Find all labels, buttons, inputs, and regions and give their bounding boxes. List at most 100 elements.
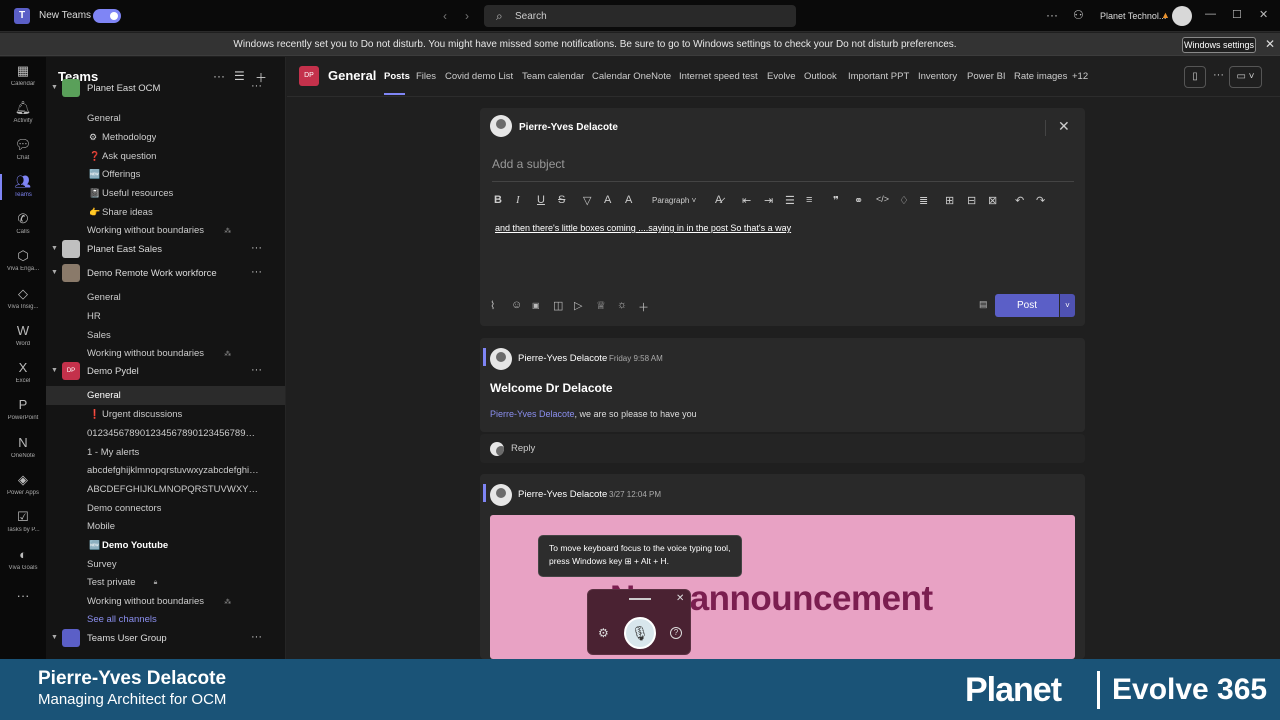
org-name[interactable]: Planet Technol... xyxy=(1100,11,1166,21)
channel-item[interactable]: ❗ Urgent discussions xyxy=(46,405,285,424)
channel-item[interactable]: Test private 🔒︎ xyxy=(46,573,285,592)
numbered-list-icon[interactable]: ≡ xyxy=(806,194,812,206)
chevron-down-icon[interactable]: ▼ xyxy=(51,245,58,252)
tab-posts[interactable]: Posts xyxy=(384,71,410,82)
channel-item[interactable]: General xyxy=(46,386,285,405)
close-icon[interactable]: ✕ xyxy=(676,593,684,604)
microphone-icon[interactable]: 🎙︎ xyxy=(624,617,656,649)
more-options-icon[interactable]: ··· xyxy=(251,266,262,278)
channel-item[interactable]: Mobile xyxy=(46,517,285,536)
paragraph-dropdown[interactable]: Paragraph ˅ xyxy=(652,196,696,205)
rail-item-more-apps[interactable]: ··· xyxy=(0,588,46,604)
team-item[interactable]: ▼ DP Demo Pydel ··· xyxy=(46,362,285,384)
rail-item-word[interactable]: W Word xyxy=(0,323,46,347)
more-options-icon[interactable]: ··· xyxy=(1213,69,1224,81)
tab-evolve[interactable]: Evolve xyxy=(767,71,796,82)
channel-item[interactable]: 👉 Share ideas xyxy=(46,203,285,222)
more-options-icon[interactable]: ··· xyxy=(251,631,262,643)
rail-item-tasks[interactable]: ☑ Tasks by P... xyxy=(0,509,46,533)
rail-item-chat[interactable]: 💬︎ Chat xyxy=(0,137,46,161)
search-box[interactable]: ⌕ Search xyxy=(484,5,796,27)
team-item[interactable]: ▼ Planet East OCM ··· xyxy=(46,79,285,97)
rail-item-teams[interactable]: 👥︎ Teams xyxy=(0,174,46,200)
close-window-icon[interactable]: ✕ xyxy=(1259,8,1268,21)
channel-item[interactable]: Sales xyxy=(46,326,285,345)
channel-item[interactable]: 🆕 Offerings xyxy=(46,165,285,184)
rail-item-viva-goals[interactable]: ◐ Viva Goals xyxy=(0,547,46,571)
channel-item[interactable]: 📓 Useful resources xyxy=(46,184,285,203)
close-icon[interactable]: ✕ xyxy=(1265,37,1275,51)
link-icon[interactable]: ⚭ xyxy=(854,194,863,207)
more-options-icon[interactable]: ··· xyxy=(251,364,262,376)
team-item[interactable]: ▼ Planet East Sales ··· xyxy=(46,240,285,262)
add-icon[interactable]: ＋ xyxy=(638,299,649,315)
more-options-icon[interactable]: ··· xyxy=(251,242,262,254)
people-icon[interactable]: ⚇ xyxy=(1073,8,1084,22)
subject-input[interactable]: Add a subject xyxy=(492,157,565,171)
channel-item[interactable]: abcdefghijklmnopqrstuvwxyzabcdefghijklmn… xyxy=(46,461,285,480)
drag-handle[interactable] xyxy=(629,598,651,600)
table-icon[interactable]: ⊞ xyxy=(945,194,954,207)
font-color-icon[interactable]: A xyxy=(604,194,611,206)
channel-item[interactable]: See all channels xyxy=(46,610,285,629)
channel-item[interactable]: Survey xyxy=(46,555,285,574)
channel-item[interactable]: ⚙ Methodology xyxy=(46,128,285,147)
align-icon[interactable]: ≣ xyxy=(919,194,928,207)
more-options-icon[interactable]: ··· xyxy=(213,69,225,83)
team-item[interactable]: ▼ Demo Remote Work workforce ··· xyxy=(46,264,285,286)
channel-item[interactable]: Working without boundaries ⁂ xyxy=(46,344,285,363)
settings-gear-icon[interactable]: ⚙ xyxy=(598,626,609,640)
tab-internet-speed-test[interactable]: Internet speed test xyxy=(679,71,758,82)
insert-table-icon[interactable]: ⊟ xyxy=(967,194,976,207)
sticker-icon[interactable]: ◫ xyxy=(553,299,563,312)
channel-item[interactable]: 0123456789012345678901234567890123456789… xyxy=(46,424,285,443)
team-item[interactable]: ▼ Teams User Group ··· xyxy=(46,629,285,651)
loop-icon[interactable]: ☼ xyxy=(617,299,627,311)
indent-icon[interactable]: ⇥ xyxy=(764,194,773,207)
back-arrow-icon[interactable]: ‹ xyxy=(443,9,447,23)
more-options-icon[interactable]: ··· xyxy=(1046,8,1058,22)
forward-arrow-icon[interactable]: › xyxy=(465,9,469,23)
schedule-meeting-icon[interactable]: ▷ xyxy=(574,299,582,312)
tab-important-ppt[interactable]: Important PPT xyxy=(848,71,909,82)
channel-item[interactable]: Working without boundaries ⁂ xyxy=(46,221,285,240)
profile-avatar[interactable] xyxy=(1172,6,1192,26)
rail-item-powerpoint[interactable]: P PowerPoint xyxy=(0,397,46,421)
gif-icon[interactable]: ▣ xyxy=(532,301,540,310)
filter-icon[interactable]: ☰ xyxy=(234,69,245,83)
mention[interactable]: Pierre-Yves Delacote xyxy=(490,409,575,419)
reply-row[interactable]: Reply xyxy=(480,434,1085,463)
clear-formatting-icon[interactable]: A̷ xyxy=(715,194,722,206)
italic-icon[interactable]: I xyxy=(516,194,520,206)
close-compose-icon[interactable]: ✕ xyxy=(1058,118,1070,135)
outdent-icon[interactable]: ⇤ xyxy=(742,194,751,207)
bold-icon[interactable]: B xyxy=(494,194,502,206)
windows-settings-button[interactable]: Windows settings xyxy=(1182,37,1256,53)
channel-item[interactable]: Working without boundaries ⁂ xyxy=(46,592,285,611)
channel-info-icon[interactable]: ▯ xyxy=(1184,66,1206,88)
praise-icon[interactable]: ♕ xyxy=(596,299,606,312)
bulleted-list-icon[interactable]: ☰ xyxy=(785,194,795,207)
maximize-icon[interactable]: ☐ xyxy=(1232,8,1242,21)
highlight-icon[interactable]: ▽ xyxy=(583,194,591,207)
tab-12[interactable]: +12 xyxy=(1072,71,1088,82)
rail-item-power-apps[interactable]: ◈ Power Apps xyxy=(0,472,46,496)
schedule-send-icon[interactable]: ▤ xyxy=(979,299,988,310)
rail-item-viva-engage[interactable]: ⬡ Viva Enga... xyxy=(0,248,46,272)
tab-rate-images[interactable]: Rate images xyxy=(1014,71,1067,82)
help-icon[interactable]: ? xyxy=(670,627,682,639)
strikethrough-icon[interactable]: S xyxy=(558,194,565,206)
channel-item[interactable]: Demo connectors xyxy=(46,499,285,518)
tab-files[interactable]: Files xyxy=(416,71,436,82)
praise-icon[interactable]: ♢ xyxy=(899,194,909,207)
rail-item-viva-insights[interactable]: ◇ Viva Insig... xyxy=(0,286,46,310)
rail-item-bell[interactable]: 🔔︎ Activity xyxy=(0,100,46,124)
channel-item[interactable]: 1 - My alerts xyxy=(46,443,285,462)
channel-item[interactable]: ABCDEFGHIJKLMNOPQRSTUVWXYZABCDEFGHIJKLMN… xyxy=(46,480,285,499)
chevron-down-icon[interactable]: ▼ xyxy=(51,634,58,641)
channel-item[interactable]: HR xyxy=(46,307,285,326)
tab-calendar-onenote[interactable]: Calendar OneNote xyxy=(592,71,671,82)
new-teams-toggle[interactable] xyxy=(93,9,121,23)
channel-item[interactable]: 🆕 Demo Youtube xyxy=(46,536,285,555)
meet-now-button[interactable]: ▭ ˅ xyxy=(1229,66,1262,88)
